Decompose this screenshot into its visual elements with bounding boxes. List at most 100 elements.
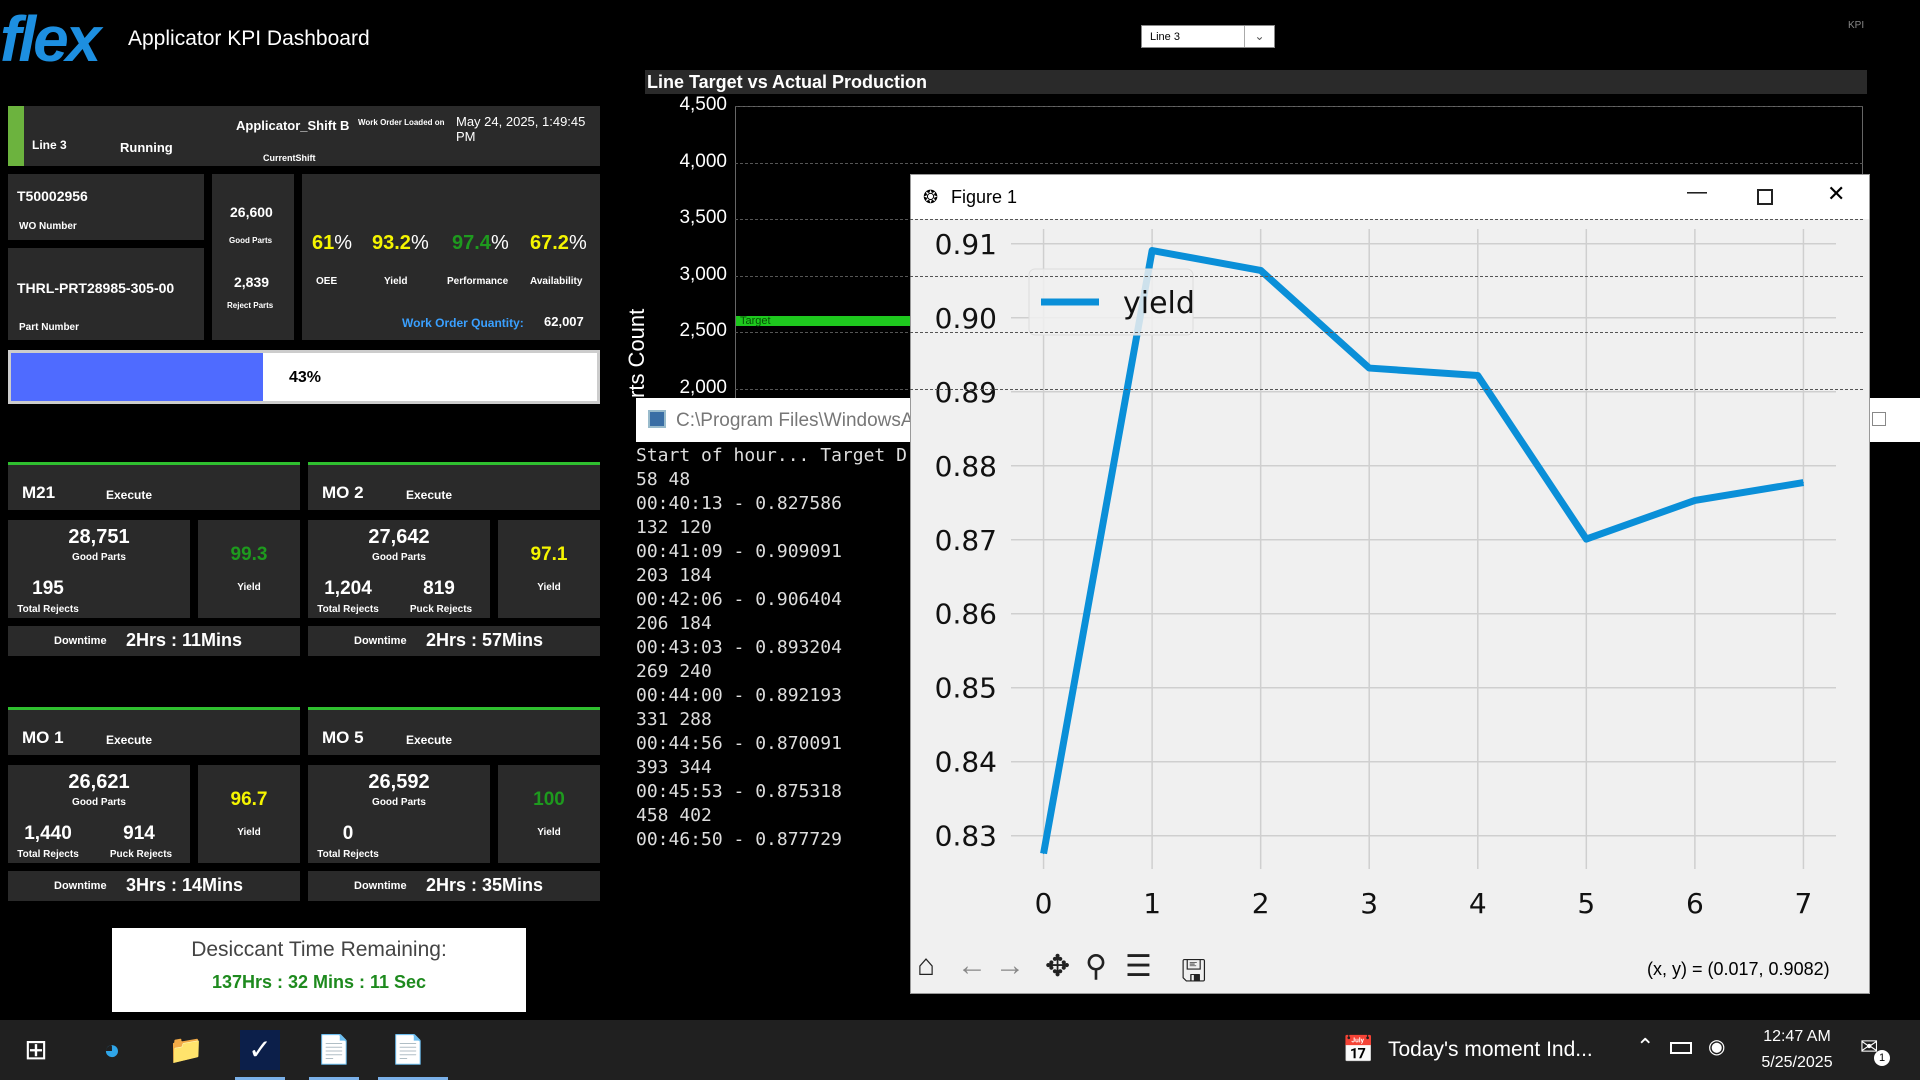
yield-data-point	[1368, 367, 1370, 369]
availability-pct: %	[568, 232, 587, 254]
pan-icon[interactable]: ✥	[1045, 949, 1070, 984]
puck-rejects-label: Puck Rejects	[109, 849, 173, 860]
line-select-dropdown[interactable]: Line 3 ⌄	[1141, 25, 1275, 48]
notification-badge: 1	[1874, 1050, 1890, 1066]
desiccant-label: Desiccant Time Remaining:	[191, 938, 447, 961]
minimize-icon[interactable]: —	[1687, 181, 1707, 204]
progress-text: 43%	[289, 369, 322, 386]
downtime-panel: Downtime 2Hrs : 11Mins	[8, 626, 300, 656]
machine-card: MO 5 Execute 26,592 Good Parts 0 Total Reject…	[308, 707, 600, 901]
clock-date[interactable]: 5/25/2025	[1752, 1054, 1842, 1072]
oee-label: OEE	[316, 276, 338, 287]
notification-text[interactable]: Today's moment Ind...	[1388, 1038, 1593, 1062]
console-line: 00:42:06 - 0.906404	[636, 589, 842, 610]
performance-pct: %	[490, 232, 509, 254]
downtime-label: Downtime	[354, 880, 407, 892]
machine-state: Execute	[406, 488, 453, 502]
maximize-icon[interactable]	[1872, 412, 1886, 426]
console-line: 458 402	[636, 805, 712, 826]
bg-y-tick-label: 4,000	[679, 150, 727, 172]
console-line: 331 288	[636, 709, 712, 730]
console-line: 00:46:50 - 0.877729	[636, 829, 842, 850]
console-line: 00:41:09 - 0.909091	[636, 541, 842, 562]
machine-name: M21	[22, 483, 56, 502]
yield-chart[interactable]: 0 1 2 3 4 5 6 7 0.83 0.84 0.85 0.86 0.87 0.88 0.89 0.90…	[911, 219, 1869, 939]
console-line: 00:40:13 - 0.827586	[636, 493, 842, 514]
puck-rejects-value: 914	[123, 823, 155, 844]
machine-header: MO 2 Execute	[308, 462, 600, 510]
shift-name: Applicator_Shift B	[236, 118, 350, 133]
good-parts-label: Good Parts	[372, 797, 426, 808]
chevron-up-icon[interactable]: ⌃	[1636, 1034, 1654, 1060]
y-tick-label: 0.90	[935, 302, 997, 335]
windows-start-icon[interactable]: ⊞	[16, 1030, 56, 1070]
yield-data-point	[1477, 375, 1479, 377]
downtime-panel: Downtime 2Hrs : 57Mins	[308, 626, 600, 656]
y-tick-label: 0.84	[935, 746, 997, 779]
yield-label: Yield	[237, 582, 261, 593]
bg-y-tick-label: 2,500	[679, 320, 727, 341]
machine-name: MO 1	[22, 728, 64, 747]
console-line: 132 120	[636, 517, 712, 538]
machine-card: MO 2 Execute 27,642 Good Parts 1,204 Total Re…	[308, 462, 600, 656]
calendar-icon[interactable]: 📅	[1342, 1034, 1374, 1065]
wo-quantity-value: 62,007	[544, 314, 584, 329]
y-tick-label: 0.85	[935, 672, 997, 705]
bg-y-tick-label: 3,500	[679, 207, 727, 228]
bg-y-tick-label: 3,000	[679, 263, 727, 285]
performance-number: 97.4	[452, 232, 491, 254]
chart-title: Line Target vs Actual Production	[645, 70, 1867, 94]
console-line: 00:45:53 - 0.875318	[636, 781, 842, 802]
total-rejects-label: Total Rejects	[317, 849, 379, 860]
clock-time[interactable]: 12:47 AM	[1752, 1028, 1842, 1046]
wo-loaded-time: May 24, 2025, 1:49:45 PM	[456, 114, 586, 144]
file-explorer-icon[interactable]: 📁	[166, 1030, 206, 1070]
forward-arrow-icon[interactable]: →	[995, 949, 1025, 983]
yield-number: 93.2	[372, 232, 411, 254]
chevron-down-icon[interactable]: ⌄	[1244, 26, 1274, 47]
desiccant-time: 137Hrs : 32 Mins : 11 Sec	[211, 972, 427, 992]
downtime-value: 2Hrs : 35Mins	[426, 875, 544, 895]
close-icon[interactable]: ✕	[1827, 181, 1845, 207]
yield-value: 96.7	[230, 789, 268, 810]
python-app-icon[interactable]: 📄	[388, 1030, 428, 1070]
machine-yield: 97.1 Yield	[498, 520, 600, 618]
total-rejects-label: Total Rejects	[17, 849, 79, 860]
good-parts-label: Good Parts	[372, 552, 426, 563]
bg-gridline	[735, 162, 1863, 164]
maximize-icon[interactable]	[1757, 189, 1773, 205]
good-parts-label: Good Parts	[72, 797, 126, 808]
console-line: 00:44:56 - 0.870091	[636, 733, 842, 754]
visual-studio-icon[interactable]: ✓	[240, 1030, 280, 1070]
figure-toolbar: ⌂ ← → ✥ ⚲ ☰ 🖫 (x, y) = (0.017, 0.9082)	[911, 943, 1869, 993]
app-title: Applicator KPI Dashboard	[128, 27, 370, 50]
wo-loaded-label: Work Order Loaded on	[358, 118, 445, 127]
console-output: Start of hour... Target D 58 48 00:40:13 -…	[636, 444, 907, 852]
save-icon[interactable]: 🖫	[1181, 949, 1207, 1000]
configure-subplots-icon[interactable]: ☰	[1125, 949, 1152, 984]
edge-browser-icon[interactable]: ◕	[92, 1030, 132, 1070]
python-file-icon[interactable]: 📄	[314, 1030, 354, 1070]
total-rejects-value: 0	[342, 823, 354, 844]
machine-header: MO 5 Execute	[308, 707, 600, 755]
wifi-icon[interactable]: ◉	[1708, 1034, 1725, 1059]
yield-series-line	[1040, 247, 1805, 855]
back-arrow-icon[interactable]: ←	[957, 949, 987, 983]
zoom-icon[interactable]: ⚲	[1085, 949, 1107, 984]
bg-y-tick-label: 4,500	[679, 94, 727, 115]
part-number-label: Part Number	[19, 322, 80, 333]
performance-label: Performance	[447, 276, 509, 287]
figure-window[interactable]: ❂ Figure 1 — ✕ 0 1 2 3 4 5 6 7 0.83 0.84 0.85 0.86 0…	[910, 174, 1870, 994]
parts-count-panel: 26,600 Good Parts 2,839 Reject Parts	[212, 174, 294, 340]
console-line: 00:44:00 - 0.892193	[636, 685, 842, 706]
battery-icon[interactable]	[1670, 1042, 1692, 1054]
yield-data-point	[1802, 482, 1804, 484]
legend-label: yield	[1123, 286, 1195, 321]
reject-parts-label: Reject Parts	[227, 301, 274, 310]
downtime-value: 2Hrs : 11Mins	[126, 630, 243, 650]
yield-value: 97.1	[530, 544, 568, 565]
home-icon[interactable]: ⌂	[917, 949, 935, 983]
figure-titlebar[interactable]: ❂ Figure 1 — ✕	[911, 175, 1869, 219]
bg-chart-y-label: rts Count	[624, 308, 649, 398]
bg-gridline	[735, 332, 1863, 333]
